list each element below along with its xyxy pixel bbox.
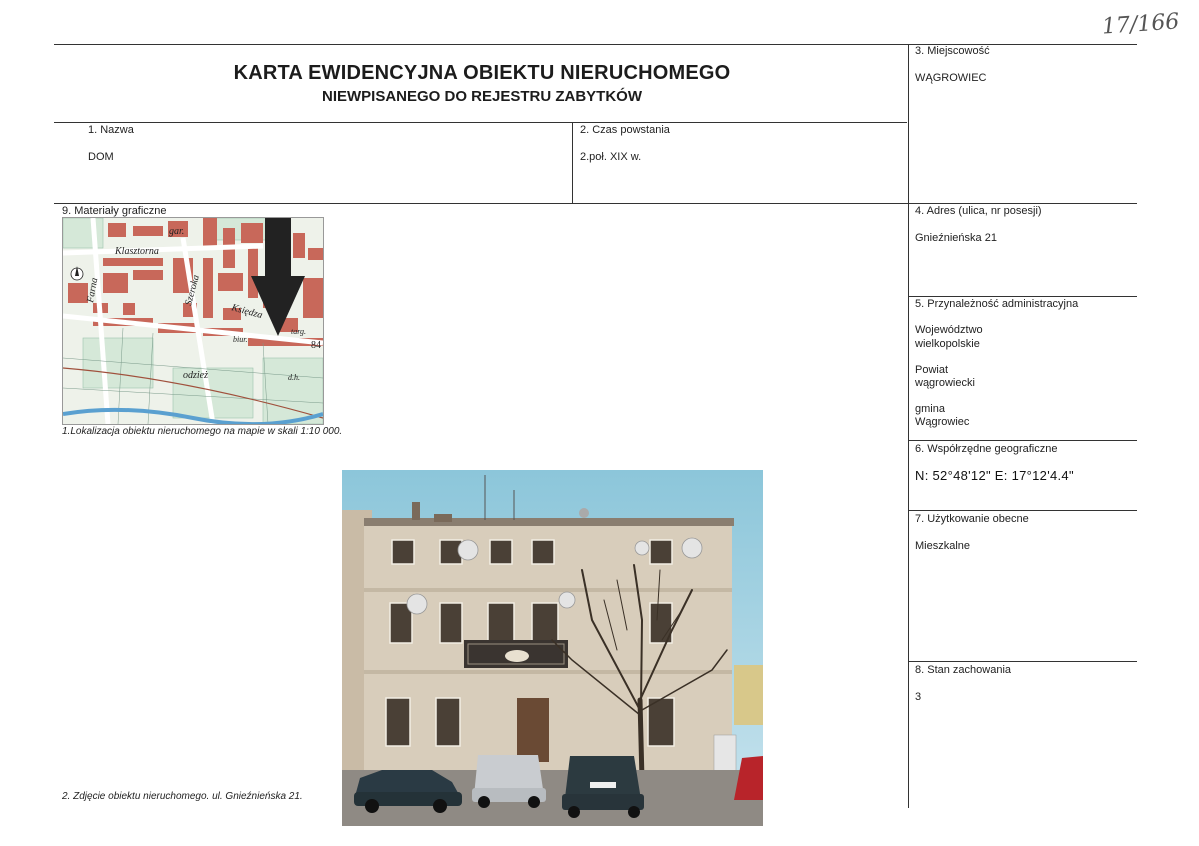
miejscowosc-label: 3. Miejscowość (915, 45, 990, 57)
nazwa-label: 1. Nazwa (88, 124, 134, 136)
miejscowosc-value: WĄGROWIEC (915, 72, 987, 84)
gmina-label: gmina (915, 403, 945, 415)
czas-value: 2.poł. XIX w. (580, 151, 642, 163)
gmina-value: Wągrowiec (915, 416, 970, 428)
map-caption: 1.Lokalizacja obiektu nieruchomego na ma… (62, 426, 343, 437)
powiat-value: wągrowiecki (915, 377, 975, 389)
uzytkowanie-value: Mieszkalne (915, 540, 971, 552)
nazwa-value: DOM (88, 151, 114, 163)
adres-label: 4. Adres (ulica, nr posesji) (915, 205, 1042, 217)
location-map: Klasztorna gar. Farna Szeroka Księdza ta… (62, 217, 324, 425)
building-photo (342, 470, 763, 826)
powiat-label: Powiat (915, 364, 949, 376)
divider-adres (908, 296, 1137, 297)
map-label-klasztorna: Klasztorna (114, 246, 159, 257)
materialy-label: 9. Materiały graficzne (62, 205, 167, 217)
map-label-dh: d.h. (288, 373, 300, 382)
stan-label: 8. Stan zachowania (915, 664, 1012, 676)
map-label-targ: targ. (291, 327, 306, 336)
page-subtitle: NIEWPISANEGO DO REJESTRU ZABYTKÓW (321, 88, 643, 105)
adres-value: Gnieźnieńska 21 (915, 232, 997, 244)
map-label-biur: biur. (233, 335, 247, 344)
map-label-number: 84 (311, 340, 321, 351)
divider-admin (908, 440, 1137, 441)
wojewodztwo-value: wielkopolskie (915, 338, 980, 350)
page-title: KARTA EWIDENCYJNA OBIEKTU NIERUCHOMEGO (233, 62, 731, 84)
divider-title (54, 122, 907, 123)
divider-col-czas (572, 122, 573, 203)
photo-caption: 2. Zdjęcie obiektu nieruchomego. ul. Gni… (62, 791, 303, 802)
czas-label: 2. Czas powstania (580, 124, 670, 136)
wspolrzedne-label: 6. Współrzędne geograficzne (915, 443, 1058, 455)
map-label-odziez: odzież (183, 370, 208, 381)
wspolrzedne-value: N: 52°48'12" E: 17°12'4.4" (915, 468, 1074, 483)
przynaleznosc-label: 5. Przynależność administracyjna (915, 298, 1079, 310)
map-label-gar: gar. (169, 226, 184, 237)
divider-coords (908, 510, 1137, 511)
divider-row1 (54, 203, 1137, 204)
divider-usage (908, 661, 1137, 662)
right-column-border (908, 44, 909, 808)
stan-value: 3 (915, 691, 922, 703)
wojewodztwo-label: Województwo (915, 324, 983, 336)
inventory-number: 17/166 (1101, 9, 1181, 40)
uzytkowanie-label: 7. Użytkowanie obecne (915, 513, 1029, 525)
